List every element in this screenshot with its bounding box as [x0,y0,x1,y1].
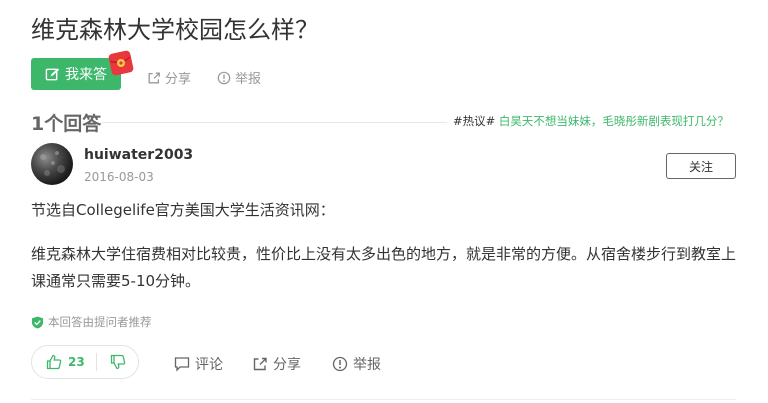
report-icon [217,71,231,84]
answer-date: 2016-08-03 [84,170,154,184]
answer-report-label: 举报 [353,357,381,373]
avatar[interactable] [31,143,73,185]
answer-button-label: 我来答 [65,67,107,83]
answer-share-button[interactable]: 分享 [252,354,301,374]
comment-label: 评论 [195,357,223,373]
answer-count: 1个回答 [31,113,102,135]
upvote-count: 23 [68,355,85,369]
answer-paragraph: 节选自Collegelife官方美国大学生活资讯网： [31,201,335,219]
report-button[interactable]: 举报 [217,68,261,87]
avatar-texture [40,151,65,176]
hot-topic-link[interactable]: #热议# 白昊天不想当妹妹，毛晓彤新剧表现打几分？ [453,113,729,129]
edit-icon [45,67,60,80]
vote-box: 23 [31,345,139,379]
report-label: 举报 [235,72,262,87]
comment-icon [174,357,190,372]
share-icon [253,357,267,371]
divider [102,122,447,123]
red-packet-icon[interactable] [108,50,134,76]
hot-topic-tag: #热议# [453,114,496,128]
shield-check-icon [31,315,44,329]
answer-report-button[interactable]: 举报 [332,354,381,374]
report-icon [332,356,348,372]
upvote-button[interactable]: 23 [32,346,96,378]
recommend-text: 本回答由提问者推荐 [48,315,152,329]
share-button[interactable]: 分享 [147,68,191,87]
follow-button[interactable]: 关注 [666,153,736,179]
hot-topic-text: 白昊天不想当妹妹，毛晓彤新剧表现打几分？ [495,114,729,128]
question-title: 维克森林大学校园怎么样？ [31,16,319,44]
username[interactable]: huiwater2003 [84,147,193,163]
share-label: 分享 [165,72,192,87]
recommend-badge: 本回答由提问者推荐 [31,314,152,330]
answer-paragraph: 维克森林大学住宿费相对比较贵，性价比上没有太多出色的地方，就是非常的方便。从宿舍… [31,245,737,290]
bottom-divider [31,399,736,400]
downvote-button[interactable] [97,346,138,378]
answer-share-label: 分享 [273,357,301,373]
thumb-down-icon [110,354,125,370]
comment-button[interactable]: 评论 [174,354,223,374]
thumb-up-icon [46,354,62,370]
share-icon [148,72,160,83]
